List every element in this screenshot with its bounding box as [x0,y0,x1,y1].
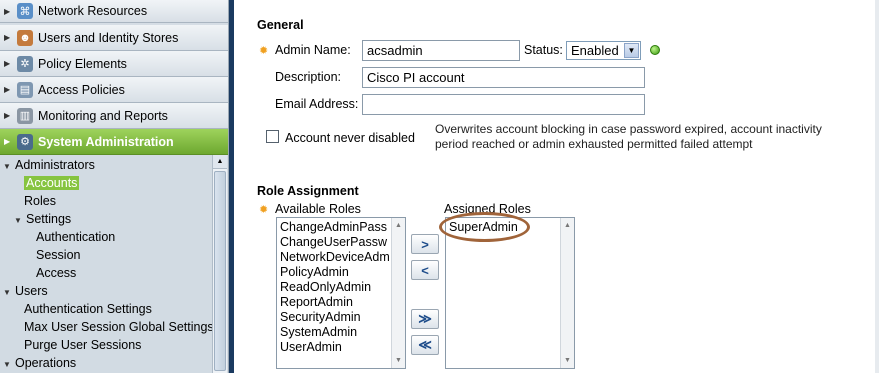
account-never-disabled-note: Overwrites account blocking in case pass… [435,122,822,151]
list-item[interactable]: ChangeAdminPass [280,220,387,235]
add-all-roles-button[interactable]: ≫ [411,309,439,329]
tree-expanded-icon: ▼ [14,216,22,225]
drawer-policy-elements[interactable]: ▶ ✲ Policy Elements [0,51,228,77]
network-icon: ⌘ [17,3,33,19]
drawer-system-administration[interactable]: ▶ ⚙ System Administration [0,129,228,155]
drawer-users-identity-stores[interactable]: ▶ ☻ Users and Identity Stores [0,25,228,51]
available-roles-list[interactable]: ChangeAdminPass ChangeUserPassw NetworkD… [276,217,406,369]
panel-splitter[interactable] [229,0,234,373]
drawer-label: Monitoring and Reports [38,108,168,123]
account-never-disabled-checkbox[interactable] [266,130,279,143]
tree-node-operations[interactable]: ▼ Operations [3,354,76,372]
drawer-label: Access Policies [38,82,125,97]
drawer-label: System Administration [38,134,174,149]
email-address-input[interactable] [362,94,645,115]
scroll-down-icon[interactable]: ▼ [392,354,405,367]
available-roles-scrollbar[interactable]: ▲ ▼ [391,218,405,368]
remove-all-roles-button[interactable]: ≪ [411,335,439,355]
role-assignment-title: Role Assignment [257,184,359,198]
scroll-up-icon[interactable]: ▲ [213,155,227,169]
description-label: Description: [275,70,341,84]
tree-node-roles[interactable]: Roles [24,192,56,210]
tree-node-session[interactable]: Session [36,246,80,264]
drawer-label: Network Resources [38,4,148,18]
left-navigation: ▶ ⌘ Network Resources ▶ ☻ Users and Iden… [0,0,229,373]
assigned-roles-scrollbar[interactable]: ▲ ▼ [560,218,574,368]
scroll-up-icon[interactable]: ▲ [561,219,574,232]
tree-node-settings[interactable]: ▼ Settings [14,210,71,228]
tree-node-accounts[interactable]: Accounts [24,174,80,192]
drawer-label: Policy Elements [38,56,127,71]
tree-node-purge-user-sessions[interactable]: Purge User Sessions [24,336,141,354]
required-star-icon: ✹ [259,45,269,57]
system-admin-icon: ⚙ [17,133,33,150]
list-item[interactable]: SystemAdmin [280,325,357,340]
highlight-circle-annotation [439,212,530,242]
tree-expanded-icon: ▼ [3,162,11,171]
scroll-up-icon[interactable]: ▲ [392,219,405,232]
drawer-monitoring-reports[interactable]: ▶ ▥ Monitoring and Reports [0,103,228,129]
scrollbar-thumb[interactable] [214,171,226,371]
tree-node-access[interactable]: Access [36,264,76,282]
status-selected-value: Enabled [571,43,619,58]
list-item[interactable]: UserAdmin [280,340,342,355]
collapse-arrow-icon: ▶ [4,137,11,146]
monitor-icon: ▥ [17,107,33,124]
list-item[interactable]: NetworkDeviceAdm [280,250,390,265]
required-star-icon: ✹ [259,204,269,216]
scroll-down-icon[interactable]: ▼ [561,354,574,367]
expand-arrow-icon: ▶ [4,111,11,120]
expand-arrow-icon: ▶ [4,59,11,68]
main-scrollbar[interactable] [875,0,879,373]
tree-node-administrators[interactable]: ▼ Administrators [3,156,95,174]
policy-icon: ▤ [17,81,33,98]
tree-node-authentication-settings[interactable]: Authentication Settings [24,300,152,318]
remove-role-button[interactable]: < [411,260,439,280]
nav-scrollbar[interactable]: ▲ [212,155,227,373]
admin-name-input[interactable]: acsadmin [362,40,520,61]
expand-arrow-icon: ▶ [4,6,11,16]
drawer-access-policies[interactable]: ▶ ▤ Access Policies [0,77,228,103]
email-address-label: Email Address: [275,97,359,111]
status-indicator-icon [650,45,660,55]
main-panel: General ✹ Admin Name: acsadmin Status: E… [240,0,879,373]
tree-node-users[interactable]: ▼ Users [3,282,48,300]
gear-icon: ✲ [17,55,33,72]
list-item[interactable]: PolicyAdmin [280,265,349,280]
drawer-label: Users and Identity Stores [38,30,179,45]
list-item[interactable]: ChangeUserPassw [280,235,387,250]
tree-node-authentication[interactable]: Authentication [36,228,115,246]
available-roles-label: Available Roles [275,202,361,216]
description-input[interactable]: Cisco PI account [362,67,645,88]
admin-name-label: Admin Name: [275,43,351,57]
expand-arrow-icon: ▶ [4,85,11,94]
tree-expanded-icon: ▼ [3,288,11,297]
status-select[interactable]: Enabled ▼ [566,41,641,60]
navigation-tree: ▼ Administrators Accounts Roles ▼ Settings… [0,155,214,373]
general-section-title: General [257,18,304,32]
list-item[interactable]: ReportAdmin [280,295,353,310]
tree-expanded-icon: ▼ [3,360,11,369]
tree-node-max-user-session[interactable]: Max User Session Global Settings [24,318,214,336]
status-label: Status: [524,43,563,57]
expand-arrow-icon: ▶ [4,33,11,42]
drawer-network-resources[interactable]: ▶ ⌘ Network Resources [0,0,228,23]
account-never-disabled-label: Account never disabled [285,131,415,145]
list-item[interactable]: ReadOnlyAdmin [280,280,371,295]
users-icon: ☻ [17,29,33,46]
list-item[interactable]: SecurityAdmin [280,310,361,325]
add-role-button[interactable]: > [411,234,439,254]
chevron-down-icon: ▼ [624,43,639,58]
